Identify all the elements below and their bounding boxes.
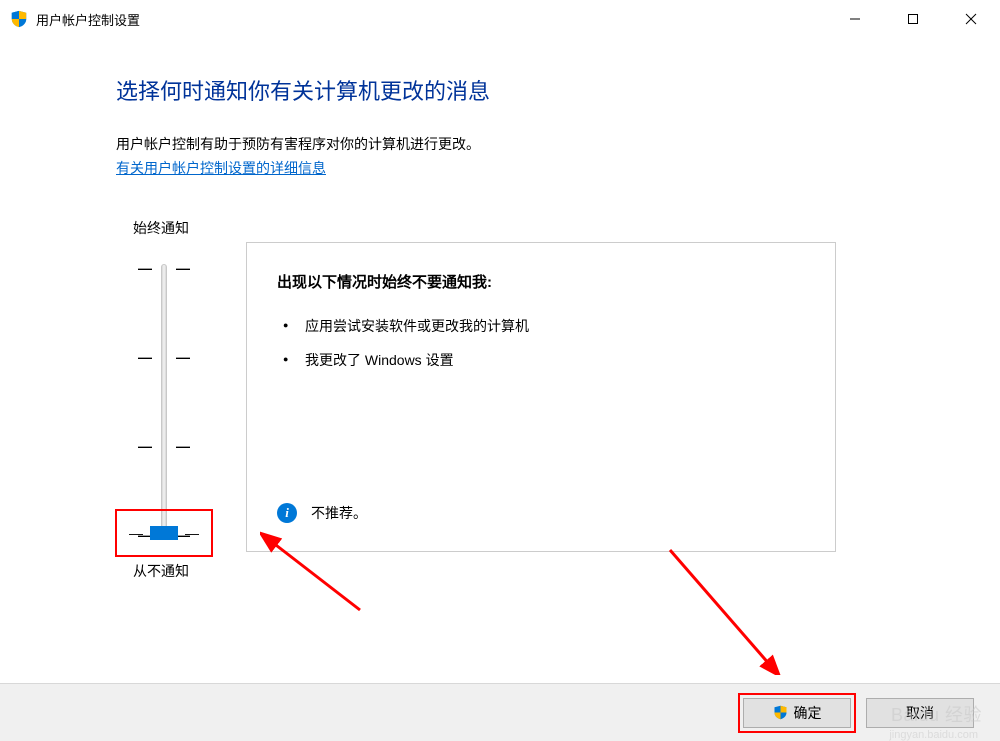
dialog-footer: 确定 取消: [0, 683, 1000, 741]
slider-thumb-highlight: — —: [115, 509, 213, 557]
ok-button-label: 确定: [794, 703, 822, 723]
cancel-button[interactable]: 取消: [866, 698, 974, 728]
close-button[interactable]: [942, 0, 1000, 38]
titlebar: 用户帐户控制设置: [0, 0, 1000, 38]
details-box: 出现以下情况时始终不要通知我: 应用尝试安装软件或更改我的计算机 我更改了 Wi…: [246, 242, 836, 552]
window-title: 用户帐户控制设置: [36, 10, 826, 29]
detail-item: 应用尝试安装软件或更改我的计算机: [305, 316, 805, 336]
more-info-link[interactable]: 有关用户帐户控制设置的详细信息: [116, 158, 326, 178]
slider-label-top: 始终通知: [133, 218, 189, 238]
recommendation-row: i 不推荐。: [277, 503, 367, 523]
slider-tick-1: — —: [138, 353, 190, 361]
slider-tick-0: — —: [138, 264, 190, 272]
minimize-button[interactable]: [826, 0, 884, 38]
detail-item: 我更改了 Windows 设置: [305, 350, 805, 370]
uac-shield-icon: [10, 10, 28, 28]
slider-rail: [161, 264, 167, 539]
slider-label-bottom: 从不通知: [133, 561, 189, 581]
maximize-button[interactable]: [884, 0, 942, 38]
slider-tick-2: — —: [138, 442, 190, 450]
uac-shield-icon: [773, 705, 788, 720]
ok-button[interactable]: 确定: [743, 698, 851, 728]
info-icon: i: [277, 503, 297, 523]
page-heading: 选择何时通知你有关计算机更改的消息: [116, 74, 1000, 106]
slider-section: 始终通知 — — — — — — — —: [116, 218, 1000, 581]
page-description: 用户帐户控制有助于预防有害程序对你的计算机进行更改。: [116, 134, 1000, 154]
slider-column: 始终通知 — — — — — — — —: [138, 218, 190, 581]
slider-track[interactable]: — — — — — — — — — —: [138, 264, 190, 539]
window-controls: [826, 0, 1000, 38]
ok-button-highlight: 确定: [738, 693, 856, 733]
details-list: 应用尝试安装软件或更改我的计算机 我更改了 Windows 设置: [277, 316, 805, 370]
details-heading: 出现以下情况时始终不要通知我:: [277, 271, 805, 292]
content-area: 选择何时通知你有关计算机更改的消息 用户帐户控制有助于预防有害程序对你的计算机进…: [0, 38, 1000, 581]
cancel-button-label: 取消: [906, 703, 934, 723]
slider-thumb[interactable]: [150, 526, 178, 540]
recommendation-text: 不推荐。: [311, 503, 367, 523]
